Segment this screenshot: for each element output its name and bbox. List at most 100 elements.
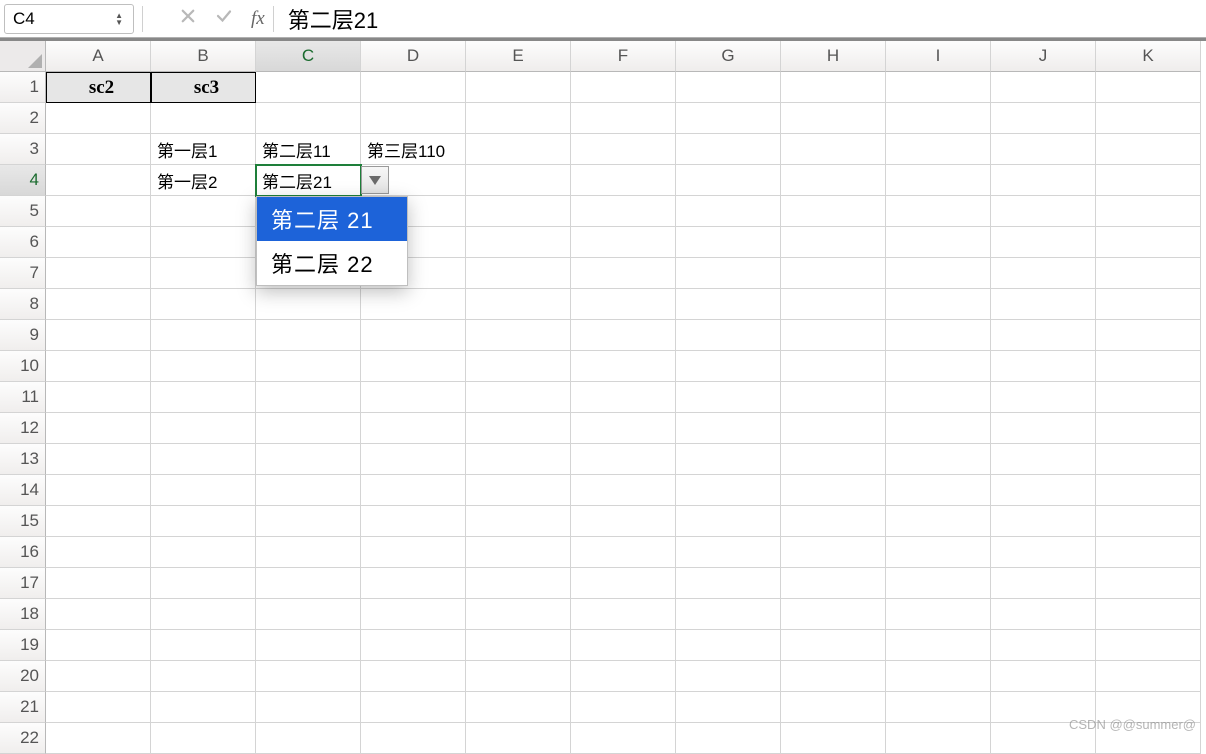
cell[interactable] bbox=[466, 413, 571, 444]
cell[interactable] bbox=[1096, 537, 1201, 568]
cell[interactable] bbox=[781, 475, 886, 506]
cell[interactable] bbox=[886, 661, 991, 692]
dropdown-button[interactable] bbox=[361, 166, 389, 194]
cell[interactable] bbox=[571, 630, 676, 661]
cell[interactable] bbox=[1096, 444, 1201, 475]
column-header[interactable]: B bbox=[151, 41, 256, 72]
cell[interactable] bbox=[676, 475, 781, 506]
cell[interactable] bbox=[991, 134, 1096, 165]
column-header[interactable]: G bbox=[676, 41, 781, 72]
cell[interactable] bbox=[991, 320, 1096, 351]
cell[interactable] bbox=[991, 630, 1096, 661]
cell[interactable] bbox=[466, 537, 571, 568]
cell[interactable] bbox=[781, 661, 886, 692]
cell[interactable] bbox=[46, 413, 151, 444]
cell[interactable] bbox=[991, 165, 1096, 196]
cell[interactable] bbox=[571, 134, 676, 165]
cell[interactable] bbox=[151, 692, 256, 723]
cell[interactable] bbox=[676, 506, 781, 537]
column-header[interactable]: F bbox=[571, 41, 676, 72]
row-header[interactable]: 6 bbox=[0, 227, 46, 258]
row-header[interactable]: 4 bbox=[0, 165, 46, 196]
cell[interactable] bbox=[151, 537, 256, 568]
cell[interactable] bbox=[361, 413, 466, 444]
cell[interactable] bbox=[781, 599, 886, 630]
column-header[interactable]: E bbox=[466, 41, 571, 72]
cell[interactable] bbox=[151, 568, 256, 599]
cell[interactable] bbox=[361, 320, 466, 351]
cell[interactable] bbox=[676, 661, 781, 692]
cell[interactable] bbox=[781, 196, 886, 227]
column-header[interactable]: D bbox=[361, 41, 466, 72]
cell[interactable] bbox=[361, 72, 466, 103]
cell[interactable] bbox=[991, 196, 1096, 227]
cell[interactable] bbox=[991, 506, 1096, 537]
cell[interactable] bbox=[256, 723, 361, 754]
cell[interactable] bbox=[886, 351, 991, 382]
cell[interactable] bbox=[571, 165, 676, 196]
cell[interactable] bbox=[676, 382, 781, 413]
cell[interactable] bbox=[256, 630, 361, 661]
row-header[interactable]: 19 bbox=[0, 630, 46, 661]
cell[interactable] bbox=[46, 599, 151, 630]
cell[interactable] bbox=[886, 506, 991, 537]
row-header[interactable]: 10 bbox=[0, 351, 46, 382]
cell[interactable] bbox=[991, 227, 1096, 258]
cell[interactable] bbox=[466, 351, 571, 382]
cell[interactable]: 第一层2 bbox=[151, 165, 256, 196]
cell[interactable] bbox=[991, 72, 1096, 103]
cell[interactable] bbox=[781, 134, 886, 165]
cell[interactable] bbox=[676, 630, 781, 661]
cell[interactable] bbox=[886, 475, 991, 506]
cell[interactable] bbox=[1096, 227, 1201, 258]
row-header[interactable]: 9 bbox=[0, 320, 46, 351]
cell[interactable] bbox=[256, 103, 361, 134]
cell[interactable] bbox=[46, 630, 151, 661]
name-box[interactable]: C4 ▲ ▼ bbox=[4, 4, 134, 34]
cell[interactable] bbox=[886, 568, 991, 599]
row-header[interactable]: 8 bbox=[0, 289, 46, 320]
cell[interactable] bbox=[466, 630, 571, 661]
cell[interactable]: 第二层21 bbox=[256, 165, 361, 196]
cell[interactable] bbox=[886, 723, 991, 754]
cell[interactable] bbox=[151, 258, 256, 289]
cell[interactable] bbox=[781, 103, 886, 134]
cell[interactable] bbox=[256, 444, 361, 475]
cell[interactable] bbox=[886, 692, 991, 723]
cell[interactable] bbox=[676, 444, 781, 475]
stepper-down-icon[interactable]: ▼ bbox=[115, 19, 123, 26]
cell[interactable] bbox=[571, 537, 676, 568]
cell[interactable] bbox=[571, 196, 676, 227]
cell[interactable] bbox=[1096, 630, 1201, 661]
cell[interactable] bbox=[781, 289, 886, 320]
cell[interactable] bbox=[46, 692, 151, 723]
cell[interactable] bbox=[1096, 475, 1201, 506]
cell[interactable]: 第二层11 bbox=[256, 134, 361, 165]
cell[interactable] bbox=[1096, 258, 1201, 289]
cell[interactable] bbox=[361, 568, 466, 599]
cell[interactable] bbox=[256, 72, 361, 103]
cell[interactable] bbox=[151, 382, 256, 413]
cell[interactable] bbox=[571, 72, 676, 103]
cell[interactable] bbox=[46, 506, 151, 537]
cell[interactable] bbox=[676, 258, 781, 289]
cell[interactable] bbox=[781, 537, 886, 568]
cell[interactable] bbox=[676, 568, 781, 599]
cell[interactable] bbox=[1096, 506, 1201, 537]
cell[interactable] bbox=[466, 227, 571, 258]
cell[interactable] bbox=[46, 103, 151, 134]
cell[interactable] bbox=[781, 227, 886, 258]
cell[interactable] bbox=[46, 196, 151, 227]
cell[interactable] bbox=[781, 320, 886, 351]
cell[interactable] bbox=[676, 72, 781, 103]
cell[interactable] bbox=[466, 103, 571, 134]
cell[interactable] bbox=[991, 382, 1096, 413]
dropdown-list[interactable]: 第二层 21第二层 22 bbox=[256, 196, 408, 286]
cell[interactable] bbox=[466, 723, 571, 754]
cell[interactable] bbox=[1096, 289, 1201, 320]
cell[interactable] bbox=[46, 351, 151, 382]
cell[interactable] bbox=[676, 165, 781, 196]
cell[interactable] bbox=[46, 320, 151, 351]
cell[interactable] bbox=[1096, 661, 1201, 692]
cell[interactable] bbox=[781, 72, 886, 103]
